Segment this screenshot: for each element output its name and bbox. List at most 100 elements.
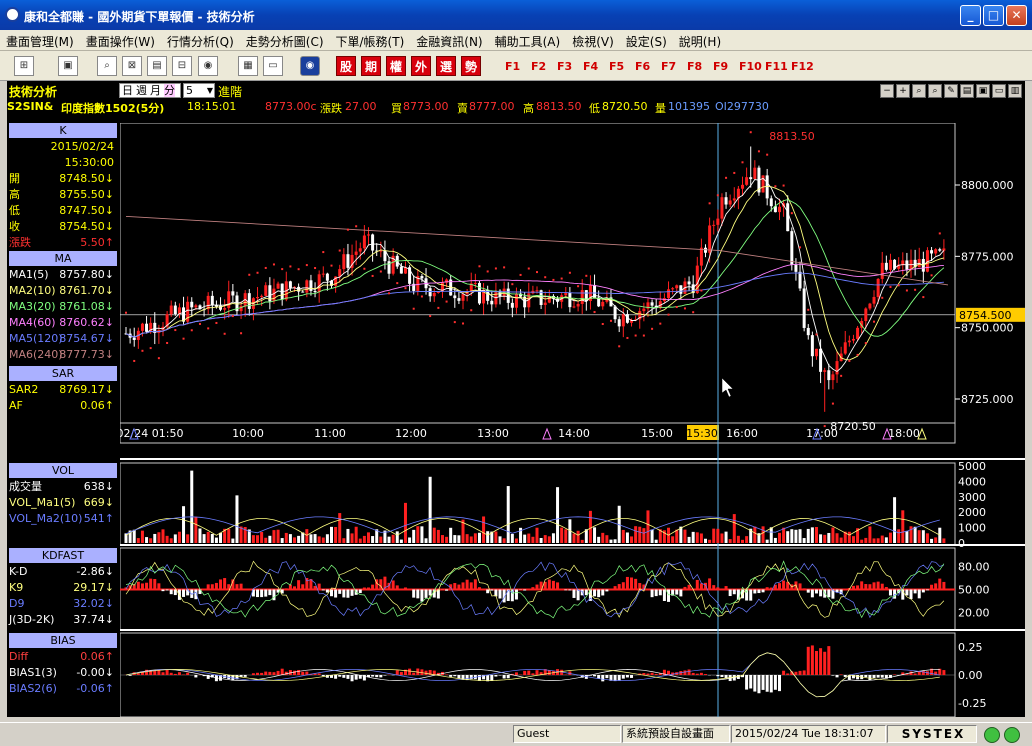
quick-button-4[interactable]: 選 (436, 56, 456, 76)
kd-panel-header[interactable]: KDFAST (9, 548, 117, 563)
volume-bar (897, 529, 901, 543)
fkey-F4[interactable]: F4 (583, 60, 598, 73)
fkey-F6[interactable]: F6 (635, 60, 650, 73)
volume-bar (445, 536, 449, 543)
zoom-out-icon[interactable]: − (880, 84, 894, 98)
quick-button-0[interactable]: 股 (336, 56, 356, 76)
chart-icon[interactable]: ⊞ (14, 56, 34, 76)
sar-dot (248, 273, 251, 276)
window-icon[interactable]: ▭ (992, 84, 1006, 98)
volume-bar (572, 533, 576, 543)
fkey-F8[interactable]: F8 (687, 60, 702, 73)
volume-bar (358, 538, 362, 543)
monitor-icon[interactable]: ▣ (58, 56, 78, 76)
menu-item-0[interactable]: 畫面管理(M) (0, 30, 80, 50)
menu-item-8[interactable]: 設定(S) (620, 30, 673, 50)
sar-dot (675, 306, 678, 309)
minimize-button[interactable]: _ (960, 5, 981, 26)
period-option-2[interactable]: 月 (150, 84, 161, 97)
menu-item-9[interactable]: 說明(H) (673, 30, 727, 50)
candle-body (930, 250, 934, 254)
time-axis-label: 13:00 (477, 427, 509, 440)
sar-dot (182, 337, 185, 340)
menu-item-1[interactable]: 畫面操作(W) (80, 30, 161, 50)
menu-item-4[interactable]: 下單/帳務(T) (330, 30, 411, 50)
volume-bar (276, 529, 280, 543)
sar-dot (486, 270, 489, 273)
advanced-button[interactable]: 進階 (218, 83, 242, 100)
fkey-F9[interactable]: F9 (713, 60, 728, 73)
menu-item-6[interactable]: 輔助工具(A) (489, 30, 567, 50)
candle-body (942, 248, 946, 251)
bias-axis-label: -0.25 (958, 697, 986, 710)
time-axis-label: 10:00 (232, 427, 264, 440)
fkey-F7[interactable]: F7 (661, 60, 676, 73)
interval-select[interactable]: 5 ▼ (183, 83, 215, 98)
settings-icon[interactable]: ▥ (1008, 84, 1022, 98)
magnify-icon[interactable]: ⌕ (928, 84, 942, 98)
kd-diff-bar (157, 583, 161, 590)
window-icon[interactable]: ▭ (263, 56, 283, 76)
bias-diff-bar (502, 675, 506, 679)
calc-icon[interactable]: ▤ (147, 56, 167, 76)
zoom-in-icon[interactable]: + (896, 84, 910, 98)
quick-button-2[interactable]: 權 (386, 56, 406, 76)
ask-value: 8777.00 (469, 100, 515, 113)
fkey-F12[interactable]: F12 (791, 60, 814, 73)
sar-dot (437, 306, 440, 309)
volume-bar (408, 537, 412, 543)
candle-body (732, 198, 736, 201)
bias-diff-bar (490, 675, 494, 681)
ma-panel-header[interactable]: MA (9, 251, 117, 266)
k-panel-header[interactable]: K (9, 123, 117, 138)
kd-diff-bar (675, 589, 679, 595)
fkey-F2[interactable]: F2 (531, 60, 546, 73)
fkey-F10[interactable]: F10 (739, 60, 762, 73)
menu-item-2[interactable]: 行情分析(Q) (161, 30, 240, 50)
fkey-F1[interactable]: F1 (505, 60, 520, 73)
sar-panel-header[interactable]: SAR (9, 366, 117, 381)
fkey-F11[interactable]: F11 (765, 60, 788, 73)
candle-body (210, 295, 214, 306)
print-icon[interactable]: ▤ (960, 84, 974, 98)
draw-icon[interactable]: ✎ (944, 84, 958, 98)
fkey-F3[interactable]: F3 (557, 60, 572, 73)
search-icon[interactable]: ⌕ (912, 84, 926, 98)
quick-button-3[interactable]: 外 (411, 56, 431, 76)
bias-diff-bar (272, 672, 276, 675)
bias-row-1-value: -0.00↓ (76, 666, 114, 679)
save-icon[interactable]: ▣ (976, 84, 990, 98)
menu-item-5[interactable]: 金融資訊(N) (410, 30, 488, 50)
period-option-0[interactable]: 日 (122, 84, 133, 97)
close-box-icon[interactable]: ⊠ (122, 56, 142, 76)
chart-plot[interactable]: 8800.000 8775.000 8750.000 8725.000 8754.500… (120, 123, 1025, 717)
kd-diff-bar (584, 589, 588, 596)
period-option-3[interactable]: 分 (164, 84, 175, 97)
maximize-button[interactable]: □ (983, 5, 1004, 26)
search-icon[interactable]: ⌕ (97, 56, 117, 76)
logo-icon[interactable]: ◉ (300, 56, 320, 76)
sar-dot (240, 332, 243, 335)
close-button[interactable]: ✕ (1006, 5, 1027, 26)
sar-dot (700, 289, 703, 292)
bias-diff-bar (605, 675, 609, 679)
coin-icon[interactable]: ◉ (198, 56, 218, 76)
kd-diff-bar (679, 589, 683, 597)
window-icon[interactable]: ⊟ (172, 56, 192, 76)
fkey-F5[interactable]: F5 (609, 60, 624, 73)
book-icon[interactable]: ▦ (238, 56, 258, 76)
title-bar[interactable]: 康和全都賺 - 國外期貨下單報價 - 技術分析 _ □ ✕ (0, 0, 1032, 30)
kd-diff-bar (330, 589, 333, 597)
kd-diff-bar (264, 589, 268, 597)
kd-diff-bar (864, 584, 868, 590)
menu-item-3[interactable]: 走勢分析圖(C) (240, 30, 330, 50)
vol-panel-header[interactable]: VOL (9, 463, 117, 478)
bias-panel-header[interactable]: BIAS (9, 633, 117, 648)
period-option-1[interactable]: 週 (136, 84, 147, 97)
bias-diff-bar (399, 672, 403, 675)
quick-button-5[interactable]: 勢 (461, 56, 481, 76)
menu-item-7[interactable]: 檢視(V) (566, 30, 620, 50)
period-selector[interactable]: 日週月分 (119, 83, 181, 98)
quick-button-1[interactable]: 期 (361, 56, 381, 76)
mouse-cursor-icon (721, 377, 734, 398)
